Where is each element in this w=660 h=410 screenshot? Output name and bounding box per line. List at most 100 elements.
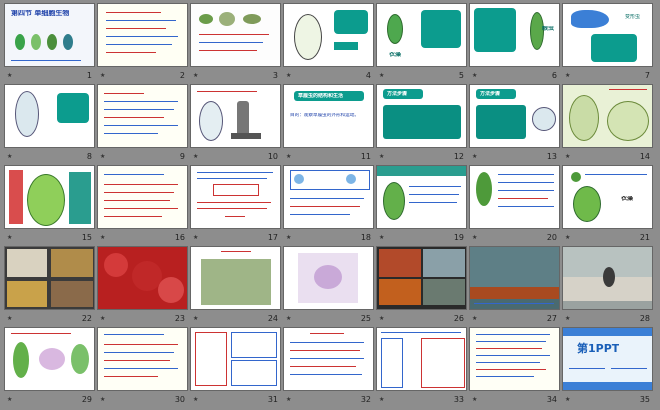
slide-thumbnail[interactable]: 方法步骤 xyxy=(469,84,560,148)
slide-9[interactable]: ★ 9 xyxy=(97,84,188,163)
slide-thumbnail[interactable] xyxy=(469,327,560,391)
slide-22[interactable]: ★ 22 xyxy=(4,246,95,325)
slide-thumbnail[interactable] xyxy=(4,165,95,229)
slide-16[interactable]: ★ 16 xyxy=(97,165,188,244)
slide-thumbnail[interactable] xyxy=(190,327,281,391)
slide-5[interactable]: 衣藻 ★ 5 xyxy=(376,3,467,82)
slide-thumbnail[interactable] xyxy=(562,246,653,310)
slide-thumbnail[interactable] xyxy=(562,84,653,148)
slide-thumbnail[interactable] xyxy=(97,165,188,229)
title-line xyxy=(11,333,71,334)
organism-image xyxy=(15,34,25,50)
slide-23[interactable]: ★ 23 xyxy=(97,246,188,325)
slide-3[interactable]: ★ 3 xyxy=(190,3,281,82)
slide-32[interactable]: ★ 32 xyxy=(283,327,374,406)
slide-thumbnail[interactable] xyxy=(4,84,95,148)
title-line xyxy=(197,91,257,92)
slide-27[interactable]: ★ 27 xyxy=(469,246,560,325)
slide-6[interactable]: 眼虫 ★ 6 xyxy=(469,3,560,82)
slide-20[interactable]: ★ 20 xyxy=(469,165,560,244)
slide-thumbnail[interactable]: 变形虫 xyxy=(562,3,653,67)
slide-thumbnail[interactable]: 草履虫的结构和生活 目的：观察草履虫的外形和运动。 xyxy=(283,84,374,148)
slide-number: 19 xyxy=(453,233,464,242)
slide-number: 12 xyxy=(453,152,464,161)
slide-thumbnail[interactable] xyxy=(190,84,281,148)
person xyxy=(603,267,615,287)
slide-number: 31 xyxy=(267,395,278,404)
slide-31[interactable]: ★ 31 xyxy=(190,327,281,406)
paramecium-image xyxy=(532,107,556,131)
slide-35[interactable]: 第1PPT ★ 35 xyxy=(562,327,653,406)
slide-number: 16 xyxy=(174,233,185,242)
slide-thumbnail[interactable] xyxy=(190,246,281,310)
blood-cell-image xyxy=(104,253,128,277)
slide-thumbnail[interactable] xyxy=(97,3,188,67)
slide-thumbnail[interactable]: 第四节 单细胞生物 xyxy=(4,3,95,67)
slide-number: 3 xyxy=(272,71,278,80)
slide-number: 6 xyxy=(551,71,557,80)
slide-12[interactable]: 方法步骤 ★ 12 xyxy=(376,84,467,163)
slide-1[interactable]: 第四节 单细胞生物 ★ 1 xyxy=(4,3,95,82)
slide-thumbnail[interactable]: 第1PPT xyxy=(562,327,653,391)
slide-7[interactable]: 变形虫 ★ 7 xyxy=(562,3,653,82)
slide-13[interactable]: 方法步骤 ★ 13 xyxy=(469,84,560,163)
slide-25[interactable]: ★ 25 xyxy=(283,246,374,325)
caption-line xyxy=(474,303,554,304)
transition-star-icon: ★ xyxy=(100,72,107,79)
slide-thumbnail[interactable] xyxy=(376,165,467,229)
transition-star-icon: ★ xyxy=(100,315,107,322)
slide-19[interactable]: ★ 19 xyxy=(376,165,467,244)
slide-thumbnail[interactable] xyxy=(190,3,281,67)
transition-star-icon: ★ xyxy=(7,234,14,241)
text-line xyxy=(104,101,178,102)
slide-thumbnail[interactable] xyxy=(283,3,374,67)
transition-star-icon: ★ xyxy=(7,396,14,403)
slide-29[interactable]: ★ 29 xyxy=(4,327,95,406)
slide-number: 20 xyxy=(546,233,557,242)
slide-33[interactable]: ★ 33 xyxy=(376,327,467,406)
slide-thumbnail[interactable] xyxy=(283,165,374,229)
slide-4[interactable]: ★ 4 xyxy=(283,3,374,82)
text-line xyxy=(106,28,166,29)
slide-title: 第四节 单细胞生物 xyxy=(11,10,70,16)
slide-thumbnail[interactable] xyxy=(97,84,188,148)
slide-thumbnail[interactable]: 方法步骤 xyxy=(376,84,467,148)
slide-15[interactable]: ★ 15 xyxy=(4,165,95,244)
blood-cell-image xyxy=(158,277,184,303)
slide-thumbnail[interactable] xyxy=(376,327,467,391)
slide-number: 5 xyxy=(458,71,464,80)
slide-24[interactable]: ★ 24 xyxy=(190,246,281,325)
slide-thumbnail[interactable] xyxy=(469,165,560,229)
slide-thumbnail[interactable] xyxy=(97,327,188,391)
slide-17[interactable]: ★ 17 xyxy=(190,165,281,244)
slide-thumbnail[interactable] xyxy=(283,327,374,391)
text-line xyxy=(104,216,162,217)
slide-18[interactable]: ★ 18 xyxy=(283,165,374,244)
slide-2[interactable]: ★ 2 xyxy=(97,3,188,82)
slide-thumbnail[interactable] xyxy=(469,246,560,310)
slide-28[interactable]: ★ 28 xyxy=(562,246,653,325)
slide-34[interactable]: ★ 34 xyxy=(469,327,560,406)
slide-thumbnail[interactable] xyxy=(190,165,281,229)
text-line xyxy=(197,208,267,209)
slide-26[interactable]: ★ 26 xyxy=(376,246,467,325)
slide-thumbnail[interactable] xyxy=(4,327,95,391)
slide-30[interactable]: ★ 30 xyxy=(97,327,188,406)
slide-21[interactable]: 衣藻 ★ 21 xyxy=(562,165,653,244)
slide-thumbnail[interactable]: 衣藻 xyxy=(562,165,653,229)
slide-title: 草履虫的结构和生活 xyxy=(298,93,344,99)
microscope-image xyxy=(237,101,249,137)
slide-8[interactable]: ★ 8 xyxy=(4,84,95,163)
slide-thumbnail[interactable]: 眼虫 xyxy=(469,3,560,67)
text-line xyxy=(476,348,542,349)
slide-thumbnail[interactable]: 衣藻 xyxy=(376,3,467,67)
slide-11[interactable]: 草履虫的结构和生活 目的：观察草履虫的外形和运动。 ★ 11 xyxy=(283,84,374,163)
slide-number: 13 xyxy=(546,152,557,161)
slide-thumbnail[interactable] xyxy=(4,246,95,310)
slide-10[interactable]: ★ 10 xyxy=(190,84,281,163)
slide-14[interactable]: ★ 14 xyxy=(562,84,653,163)
paramecium-diagram xyxy=(199,101,223,141)
slide-thumbnail[interactable] xyxy=(283,246,374,310)
slide-thumbnail[interactable] xyxy=(97,246,188,310)
slide-thumbnail[interactable] xyxy=(376,246,467,310)
